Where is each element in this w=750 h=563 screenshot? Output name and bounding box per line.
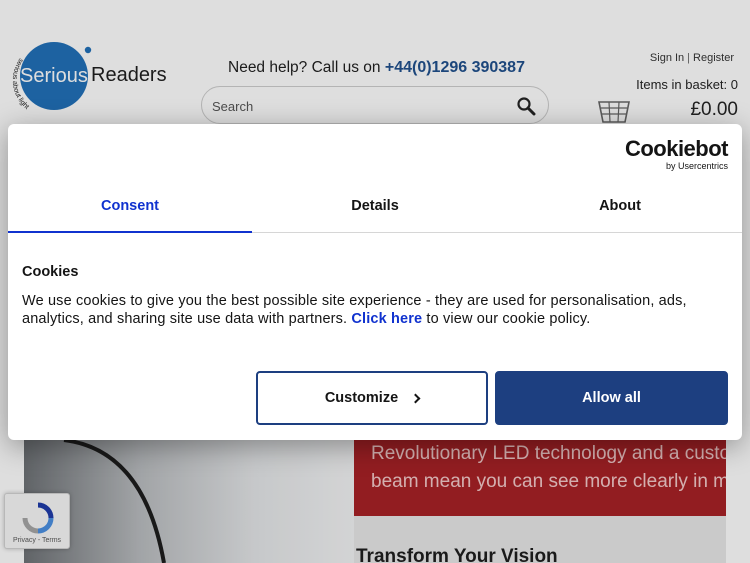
cookie-policy-link[interactable]: Click here <box>351 311 422 327</box>
allow-all-button[interactable]: Allow all <box>495 371 728 425</box>
cookies-text-end: to view our cookie policy. <box>426 311 591 327</box>
tab-consent[interactable]: Consent <box>8 192 252 233</box>
chevron-right-icon <box>410 393 421 403</box>
tab-details[interactable]: Details <box>253 192 497 233</box>
allow-all-label: Allow all <box>582 390 641 406</box>
customize-button[interactable]: Customize <box>256 371 488 425</box>
cookies-heading: Cookies <box>22 264 79 280</box>
cookiebot-brand: Cookiebot <box>624 136 729 161</box>
cookie-consent-dialog: Cookiebot by Usercentrics Consent Detail… <box>8 124 742 440</box>
cookies-description: We use cookies to give you the best poss… <box>22 292 722 328</box>
tab-about[interactable]: About <box>498 192 742 233</box>
cookiebot-logo: Cookiebot by Usercentrics <box>624 136 729 172</box>
customize-label: Customize <box>324 390 399 406</box>
consent-tabs: Consent Details About <box>8 192 742 233</box>
cookiebot-subbrand: by Usercentrics <box>665 161 728 171</box>
